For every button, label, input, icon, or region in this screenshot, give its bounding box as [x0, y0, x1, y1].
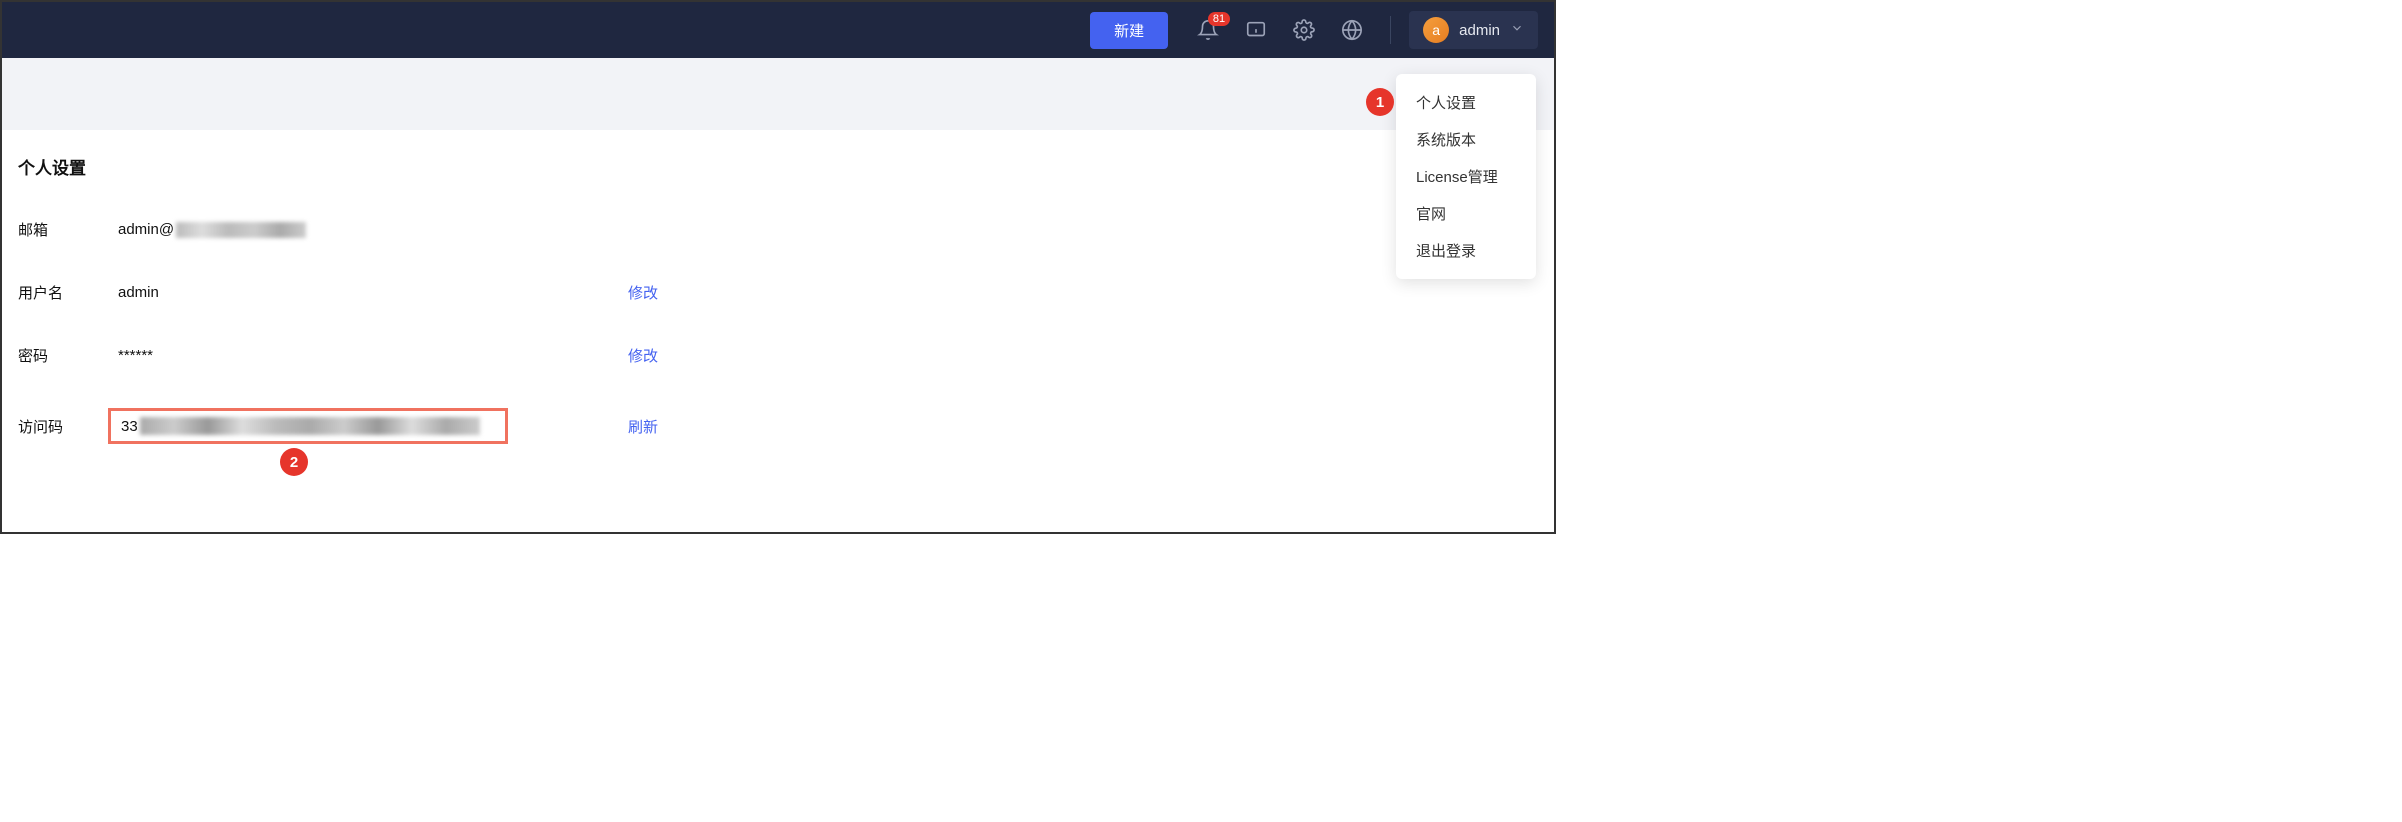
help-icon[interactable]	[1236, 10, 1276, 50]
content-area: 个人设置 邮箱 admin@ 用户名 admin 修改 密码 ****** 修改…	[2, 130, 1554, 468]
settings-icon[interactable]	[1284, 10, 1324, 50]
email-label: 邮箱	[18, 219, 118, 240]
menu-item-personal-settings[interactable]: 个人设置	[1396, 84, 1536, 121]
chevron-down-icon	[1510, 21, 1524, 40]
notification-badge: 81	[1208, 12, 1230, 26]
username-value: admin	[118, 284, 628, 301]
avatar: a	[1423, 17, 1449, 43]
access-code-row: 访问码 33 刷新	[18, 408, 1538, 444]
page-title: 个人设置	[18, 154, 1538, 179]
password-value: ******	[118, 347, 628, 364]
menu-item-license[interactable]: License管理	[1396, 158, 1536, 195]
username-row: 用户名 admin 修改	[18, 282, 1538, 303]
access-code-value: 33	[118, 408, 628, 444]
menu-item-website[interactable]: 官网	[1396, 195, 1536, 232]
menu-item-logout[interactable]: 退出登录	[1396, 232, 1536, 269]
username-label: 用户名	[18, 282, 118, 303]
globe-icon[interactable]	[1332, 10, 1372, 50]
email-value: admin@	[118, 221, 628, 238]
menu-item-system-version[interactable]: 系统版本	[1396, 121, 1536, 158]
password-edit-link[interactable]: 修改	[628, 345, 658, 366]
subheader-bar	[2, 58, 1554, 130]
password-row: 密码 ****** 修改	[18, 345, 1538, 366]
email-row: 邮箱 admin@	[18, 219, 1538, 240]
annotation-marker-2: 2	[280, 448, 308, 476]
password-label: 密码	[18, 345, 118, 366]
access-code-highlight-box: 33	[108, 408, 508, 444]
user-menu-trigger[interactable]: a admin	[1409, 11, 1538, 49]
header-divider	[1390, 16, 1391, 44]
new-button[interactable]: 新建	[1090, 12, 1168, 49]
annotation-marker-1: 1	[1366, 88, 1394, 116]
header-username: admin	[1459, 22, 1500, 39]
access-code-redacted	[140, 417, 480, 435]
access-code-label: 访问码	[18, 416, 118, 437]
notification-icon[interactable]: 81	[1188, 10, 1228, 50]
email-redacted	[176, 222, 306, 238]
top-header: 新建 81 a admin	[2, 2, 1554, 58]
email-prefix: admin@	[118, 221, 174, 238]
user-dropdown-menu: 个人设置 系统版本 License管理 官网 退出登录	[1396, 74, 1536, 279]
access-code-refresh-link[interactable]: 刷新	[628, 416, 658, 437]
username-edit-link[interactable]: 修改	[628, 282, 658, 303]
access-code-prefix: 33	[121, 418, 138, 435]
